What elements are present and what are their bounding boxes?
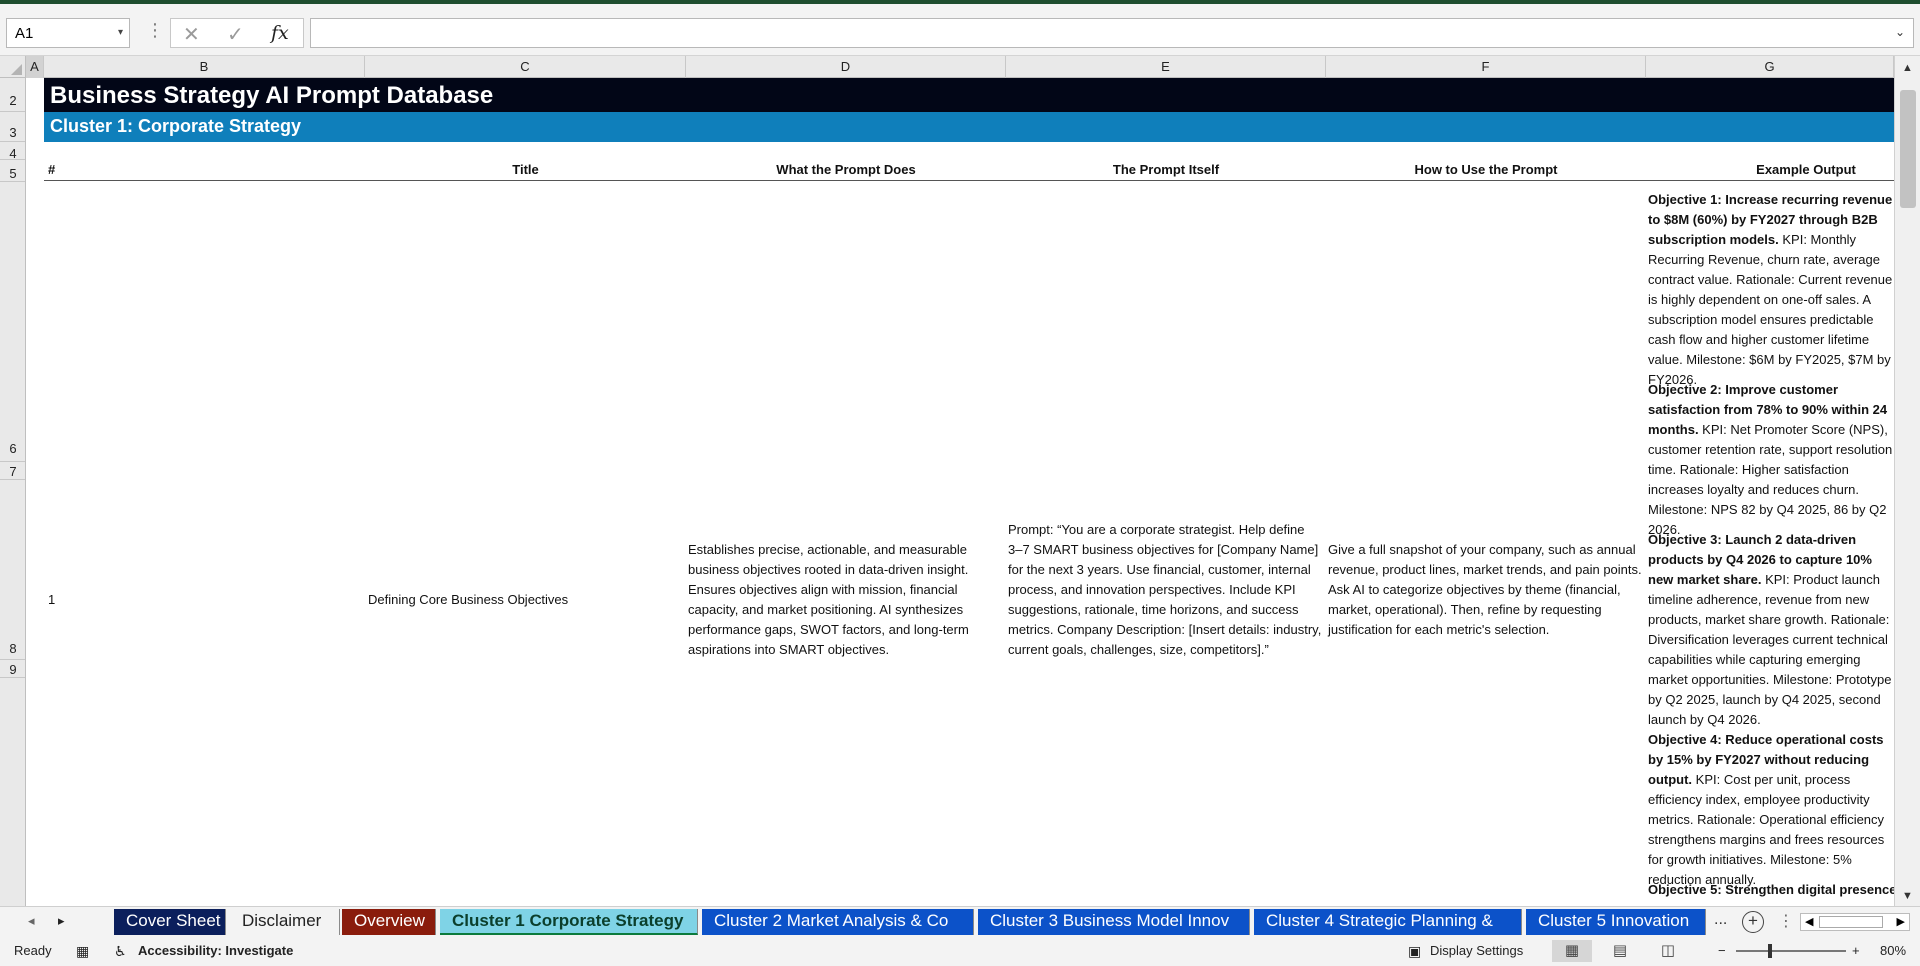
row-header[interactable]: 8 <box>0 480 25 660</box>
prev-sheet-icon[interactable]: ◂ <box>28 913 35 929</box>
accessibility-icon[interactable]: ♿ <box>114 943 127 960</box>
column-header-g[interactable]: G <box>1646 56 1894 78</box>
header-underline <box>44 180 1894 181</box>
tab-overview[interactable]: Overview <box>342 909 436 935</box>
status-ready: Ready <box>14 943 52 958</box>
horizontal-scrollbar[interactable]: ◀ ▶ <box>1800 913 1910 931</box>
row-header[interactable]: 4 <box>0 142 25 161</box>
formula-input[interactable]: ⌄ <box>310 18 1914 48</box>
objective-detail: KPI: Product launch timeline adherence, … <box>1648 572 1892 727</box>
column-headers: A B C D E F G <box>0 56 1920 78</box>
row-header[interactable]: 6 <box>0 182 25 462</box>
insert-function-icon[interactable]: fx <box>271 22 289 44</box>
zoom-slider[interactable] <box>1736 950 1846 952</box>
tab-cluster-3[interactable]: Cluster 3 Business Model Innov <box>978 909 1250 935</box>
tab-cluster-1[interactable]: Cluster 1 Corporate Strategy <box>440 909 698 935</box>
scroll-down-icon[interactable]: ▼ <box>1902 890 1913 902</box>
column-header-c[interactable]: C <box>365 56 686 78</box>
cell-objective-2[interactable]: Objective 2: Improve customer satisfacti… <box>1648 380 1894 540</box>
objective-detail: KPI: Monthly Recurring Revenue, churn ra… <box>1648 232 1893 387</box>
accessibility-status[interactable]: Accessibility: Investigate <box>138 943 293 958</box>
column-header-a[interactable]: A <box>26 56 44 78</box>
header-prompt[interactable]: The Prompt Itself <box>1006 162 1326 177</box>
column-header-f[interactable]: F <box>1326 56 1646 78</box>
status-bar: Ready ▦ ♿ Accessibility: Investigate ▣ D… <box>0 936 1920 966</box>
display-settings-icon[interactable]: ▣ <box>1408 943 1421 960</box>
cancel-icon[interactable]: ✕ <box>183 22 200 47</box>
column-header-d[interactable]: D <box>686 56 1006 78</box>
tab-cluster-4[interactable]: Cluster 4 Strategic Planning & <box>1254 909 1522 935</box>
scroll-up-icon[interactable]: ▲ <box>1902 62 1913 74</box>
enter-check-icon[interactable]: ✓ <box>227 22 244 47</box>
tab-cover-sheet[interactable]: Cover Sheet <box>114 909 226 935</box>
scroll-left-icon[interactable]: ◀ <box>1805 915 1813 928</box>
cell-num[interactable]: 1 <box>48 590 88 610</box>
zoom-out-button[interactable]: − <box>1718 943 1726 958</box>
objective-heading: Objective 5: Strengthen digital presence <box>1648 882 1894 897</box>
horizontal-scroll-thumb[interactable] <box>1819 916 1883 928</box>
cell-objective-1[interactable]: Objective 1: Increase recurring revenue … <box>1648 190 1894 390</box>
tabs-splitter-icon[interactable]: ⋮ <box>1778 911 1794 931</box>
worksheet-grid[interactable]: Business Strategy AI Prompt Database Clu… <box>26 78 1894 906</box>
name-box-dropdown-icon[interactable]: ▾ <box>118 27 123 38</box>
header-num[interactable]: # <box>48 162 68 177</box>
cell-title[interactable]: Defining Core Business Objectives <box>368 590 688 610</box>
header-how[interactable]: How to Use the Prompt <box>1326 162 1646 177</box>
zoom-slider-thumb[interactable] <box>1768 944 1772 958</box>
page-break-view-icon[interactable]: ◫ <box>1648 940 1688 962</box>
expand-formula-bar-icon[interactable]: ⌄ <box>1895 25 1905 39</box>
tab-disclaimer[interactable]: Disclaimer <box>230 909 340 935</box>
cell-prompt[interactable]: Prompt: “You are a corporate strategist.… <box>1008 520 1322 660</box>
zoom-in-button[interactable]: + <box>1852 943 1860 958</box>
header-what[interactable]: What the Prompt Does <box>686 162 1006 177</box>
vertical-scrollbar[interactable]: ▲ ▼ <box>1894 56 1920 906</box>
row-header[interactable]: 2 <box>0 78 25 112</box>
next-sheet-icon[interactable]: ▸ <box>58 913 65 929</box>
header-title[interactable]: Title <box>365 162 686 177</box>
row-headers: 2 3 4 5 6 7 8 9 10 <box>0 78 26 906</box>
column-header-b[interactable]: B <box>44 56 365 78</box>
cell-objective-4[interactable]: Objective 4: Reduce operational costs by… <box>1648 730 1894 890</box>
tab-cluster-5[interactable]: Cluster 5 Innovation <box>1526 909 1706 935</box>
name-box-value: A1 <box>15 25 34 42</box>
cell-what[interactable]: Establishes precise, actionable, and mea… <box>688 540 1000 660</box>
add-sheet-icon[interactable]: + <box>1742 911 1764 933</box>
name-box[interactable]: A1 ▾ <box>6 18 130 48</box>
objective-detail: KPI: Net Promoter Score (NPS), customer … <box>1648 422 1893 537</box>
more-tabs-button[interactable]: ... <box>1714 911 1727 929</box>
header-example[interactable]: Example Output <box>1646 162 1894 177</box>
row-header[interactable]: 10 <box>0 678 25 906</box>
sheet-title-banner[interactable]: Business Strategy AI Prompt Database <box>44 78 1894 112</box>
macro-record-icon[interactable]: ▦ <box>76 943 89 960</box>
normal-view-icon[interactable]: ▦ <box>1552 940 1592 962</box>
select-all-button[interactable] <box>0 56 26 78</box>
cluster-banner[interactable]: Cluster 1: Corporate Strategy <box>44 112 1894 142</box>
formula-buttons: ✕ ✓ fx <box>170 18 304 48</box>
cell-objective-5[interactable]: Objective 5: Strengthen digital presence <box>1648 880 1894 900</box>
row-header[interactable]: 7 <box>0 462 25 480</box>
row-header[interactable]: 5 <box>0 160 25 182</box>
zoom-level[interactable]: 80% <box>1880 943 1906 958</box>
column-header-e[interactable]: E <box>1006 56 1326 78</box>
tab-cluster-2[interactable]: Cluster 2 Market Analysis & Co <box>702 909 974 935</box>
display-settings-button[interactable]: Display Settings <box>1430 943 1523 958</box>
cell-how[interactable]: Give a full snapshot of your company, su… <box>1328 540 1642 640</box>
cell-objective-3[interactable]: Objective 3: Launch 2 data-driven produc… <box>1648 530 1894 730</box>
formula-bar: A1 ▾ ⋮ ✕ ✓ fx ⌄ <box>0 4 1920 56</box>
sheet-tabs-bar: ◂ ▸ Cover Sheet Disclaimer Overview Clus… <box>0 906 1920 936</box>
scroll-right-icon[interactable]: ▶ <box>1897 915 1905 928</box>
row-header[interactable]: 3 <box>0 112 25 142</box>
page-layout-view-icon[interactable]: ▤ <box>1600 940 1640 962</box>
objective-detail: KPI: Cost per unit, process efficiency i… <box>1648 772 1885 887</box>
formula-bar-grip-icon[interactable]: ⋮ <box>146 20 164 41</box>
scroll-thumb[interactable] <box>1900 90 1916 208</box>
row-header[interactable]: 9 <box>0 660 25 678</box>
